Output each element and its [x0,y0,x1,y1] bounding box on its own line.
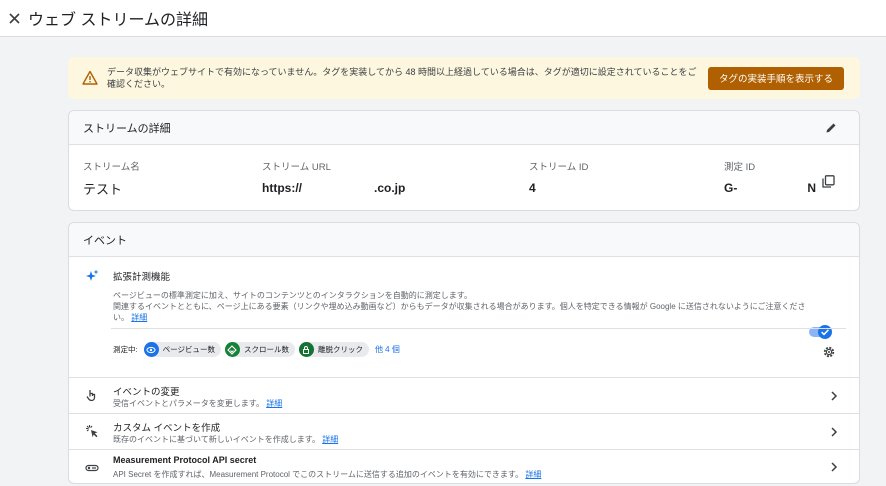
warning-icon [82,70,98,85]
measurement-id-label: 測定 ID [724,162,756,173]
enhanced-measurement-section: 拡張計測機能 ページビューの標準測定に加え、サイトのコンテンツとのインタラクショ… [69,257,859,375]
stream-id-field: ストリーム ID 4 [529,159,588,195]
events-header: イベント [69,223,859,257]
create-custom-event-desc: 既存のイベントに基づいて新しいイベントを作成します。 [113,435,320,444]
chip-scrolls-label: スクロール数 [243,345,289,354]
chevron-right-icon[interactable] [829,391,839,401]
cursor-click-icon [86,425,98,438]
divider [111,328,846,329]
more-events-link[interactable]: 他 4 個 [375,344,400,355]
create-custom-event-desc-line: 既存のイベントに基づいて新しいイベントを作成します。 詳細 [113,434,338,445]
stream-details-card: ストリームの詳細 ストリーム名 テスト ストリーム URL https:// .c… [68,110,860,211]
modify-events-desc: 受信イベントとパラメータを変更します。 [113,399,264,408]
chip-page-views[interactable]: ページビュー数 [143,342,221,357]
measurement-protocol-desc: API Secret を作成すれば、Measurement Protocol で… [113,470,524,479]
stream-details-heading: ストリームの詳細 [83,122,171,135]
modify-events-title: イベントの変更 [113,387,180,398]
page-title: ウェブ ストリームの詳細 [28,12,208,29]
chip-outbound-clicks[interactable]: 離脱クリック [298,342,369,357]
events-card: イベント 拡張計測機能 ページビューの標準測定に加え、サイトのコンテンツとのイン… [68,222,860,484]
stream-id-value: 4 [529,181,536,195]
stream-id-label: ストリーム ID [529,162,589,173]
alert-message: データ収集がウェブサイトで有効になっていません。タグを実装してから 48 時間以… [107,67,697,89]
create-custom-event-title: カスタム イベントを作成 [113,423,221,434]
modify-events-row[interactable]: イベントの変更 受信イベントとパラメータを変更します。 詳細 [69,378,859,413]
eye-icon [143,342,159,357]
stream-name-field: ストリーム名 テスト [83,159,140,198]
close-icon[interactable] [7,11,21,25]
stream-name-value: テスト [83,182,123,197]
measurement-protocol-row[interactable]: Measurement Protocol API secret API Secr… [69,450,859,484]
measurement-id-field: 測定 ID G- N [724,159,816,195]
data-collection-alert: データ収集がウェブサイトで有効になっていません。タグを実装してから 48 時間以… [68,57,860,99]
stream-url-suffix: .co.jp [374,181,406,195]
enhanced-desc-line2: 関連するイベントとともに、ページ上にある要素（リンクや埋め込み動画など）からもデ… [113,302,806,322]
stream-url-prefix: https:// [262,181,302,195]
stream-url-value: https:// .co.jp [262,181,405,195]
view-tag-instructions-button[interactable]: タグの実装手順を表示する [708,66,844,90]
copy-icon[interactable] [822,175,835,188]
stream-details-header: ストリームの詳細 [69,111,859,145]
lock-icon [298,342,314,357]
events-heading: イベント [83,234,127,247]
enhanced-learn-more-link[interactable]: 詳細 [131,313,147,322]
chip-scrolls[interactable]: スクロール数 [224,342,295,357]
measurement-protocol-desc-line: API Secret を作成すれば、Measurement Protocol で… [113,469,541,480]
modify-events-desc-line: 受信イベントとパラメータを変更します。 詳細 [113,398,282,409]
pencil-icon[interactable] [825,122,837,134]
create-custom-event-link[interactable]: 詳細 [322,435,338,444]
chip-page-views-label: ページビュー数 [162,345,215,354]
measuring-row: 測定中: ページビュー数 スクロール数 離脱クリック 他 4 個 [113,342,400,357]
chevron-right-icon[interactable] [829,462,839,472]
measurement-id-value: G- N [724,181,816,195]
gear-icon[interactable] [823,346,835,358]
enhanced-measurement-title: 拡張計測機能 [113,272,171,283]
touch-icon [86,390,96,402]
chevron-right-icon[interactable] [829,427,839,437]
modify-events-link[interactable]: 詳細 [266,399,282,408]
measurement-protocol-link[interactable]: 詳細 [525,470,541,479]
stream-name-label: ストリーム名 [83,162,140,173]
scroll-icon [224,342,240,357]
chip-outbound-clicks-label: 離脱クリック [317,345,363,354]
enhanced-desc-line1: ページビューの標準測定に加え、サイトのコンテンツとのインタラクションを自動的に測… [113,291,472,300]
measurement-id-suffix: N [807,181,817,195]
stream-url-field: ストリーム URL https:// .co.jp [262,159,405,195]
create-custom-event-row[interactable]: カスタム イベントを作成 既存のイベントに基づいて新しいイベントを作成します。 … [69,414,859,449]
sparkle-icon [86,269,99,281]
stream-url-label: ストリーム URL [262,162,331,173]
top-bar: ウェブ ストリームの詳細 [0,0,886,37]
key-icon [85,464,99,472]
enhanced-measurement-desc: ページビューの標準測定に加え、サイトのコンテンツとのインタラクションを自動的に測… [113,290,813,323]
measurement-id-prefix: G- [724,181,738,195]
measuring-label: 測定中: [113,345,138,354]
measurement-protocol-title: Measurement Protocol API secret [113,455,257,465]
